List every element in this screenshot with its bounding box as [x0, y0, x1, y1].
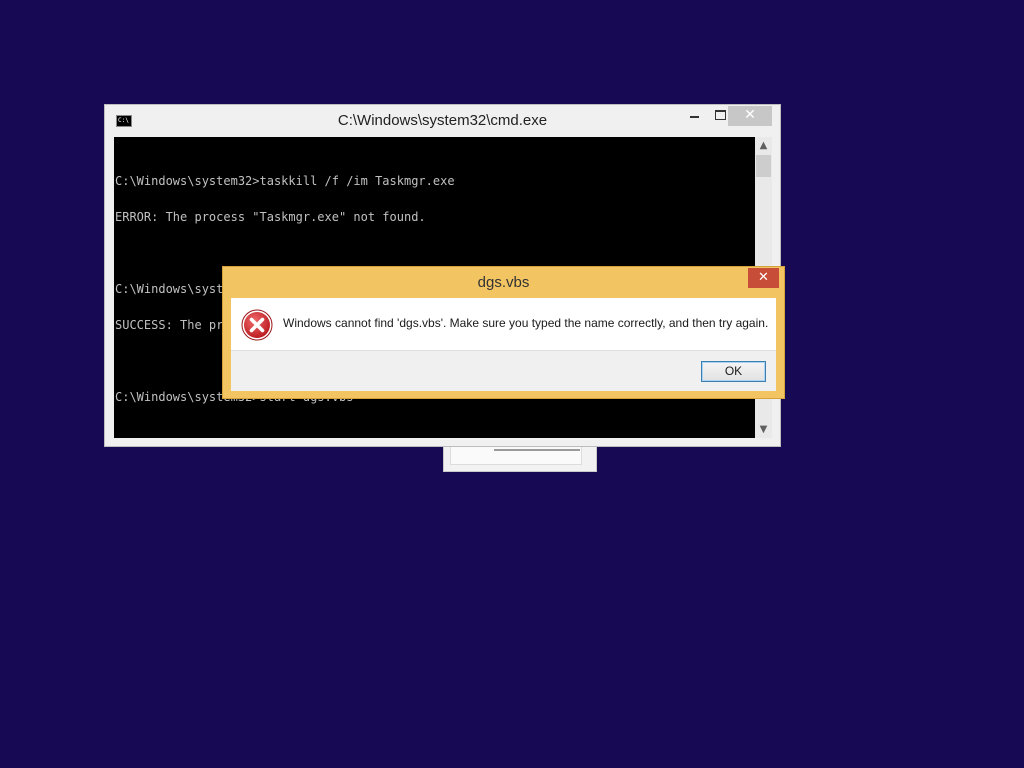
- dialog-title: dgs.vbs: [477, 274, 530, 291]
- background-window-progress-bar: [494, 449, 580, 451]
- dialog-close-button[interactable]: ✕: [748, 268, 779, 288]
- error-icon: [241, 309, 273, 341]
- cmd-titlebar[interactable]: C:\ C:\Windows\system32\cmd.exe ✕: [105, 105, 780, 137]
- desktop: C:\ C:\Windows\system32\cmd.exe ✕ C:\Win…: [0, 0, 1024, 768]
- error-dialog[interactable]: dgs.vbs ✕ Windows cannot find 'dgs.vbs'.…: [222, 266, 785, 399]
- maximize-icon: [714, 110, 726, 120]
- dialog-content: Windows cannot find 'dgs.vbs'. Make sure…: [231, 298, 776, 351]
- dialog-body: Windows cannot find 'dgs.vbs'. Make sure…: [231, 298, 776, 391]
- close-icon: ✕: [744, 107, 756, 123]
- dialog-message: Windows cannot find 'dgs.vbs'. Make sure…: [283, 316, 769, 330]
- console-line: ERROR: The process "Taskmgr.exe" not fou…: [115, 210, 426, 224]
- scroll-down-icon[interactable]: ▼: [755, 421, 772, 438]
- cmd-window-title: C:\Windows\system32\cmd.exe: [337, 112, 548, 129]
- scroll-up-icon[interactable]: ▲: [755, 137, 772, 154]
- minimize-icon: [689, 116, 699, 118]
- close-icon: ✕: [758, 270, 769, 285]
- scrollbar-thumb[interactable]: [756, 155, 771, 177]
- close-button[interactable]: ✕: [728, 106, 772, 126]
- minimize-button[interactable]: [681, 106, 707, 126]
- console-line: C:\Windows\system32>taskkill /f /im Task…: [115, 174, 455, 188]
- ok-button[interactable]: OK: [701, 361, 766, 382]
